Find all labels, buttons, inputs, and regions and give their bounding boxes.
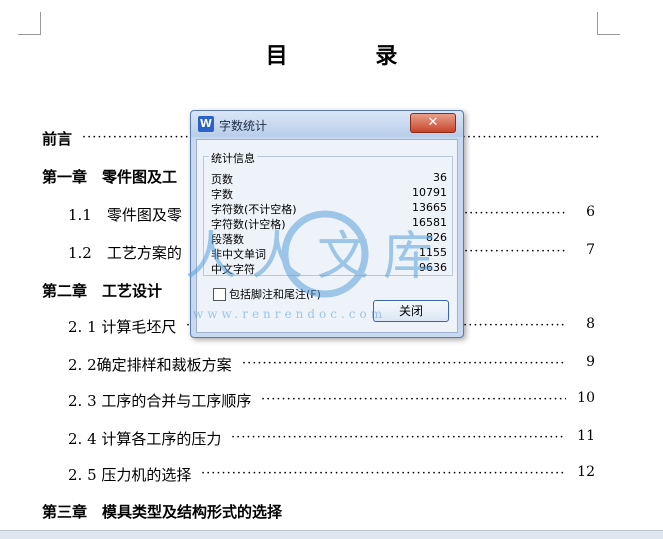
toc-entry[interactable]: 2. 2确定排样和裁板方案 ···························…: [0, 354, 663, 376]
statistic-value: 826: [426, 231, 447, 244]
statistic-row: 段落数 826: [211, 231, 447, 246]
close-icon[interactable]: ✕: [410, 113, 456, 133]
toc-entry-label: 1.2 工艺方案的: [68, 244, 182, 262]
toc-entry-page: 11: [577, 428, 595, 444]
dialog-body: 统计信息 页数 36 字数 10791 字符数(不计空格) 13665 字符数(计空格) 16…: [196, 139, 458, 333]
statistics-group-label: 统计信息: [209, 150, 257, 166]
page-title: 目 录: [265, 43, 438, 69]
toc-entry-page: 7: [586, 242, 595, 258]
toc-entry-label: 2. 5 压力机的选择: [68, 466, 192, 484]
toc-entry[interactable]: 2. 3 工序的合并与工序顺序 ·························…: [0, 390, 663, 412]
toc-entry-label: 1.1 零件图及零: [68, 206, 182, 224]
toc-leader-dots: ········································…: [242, 356, 566, 371]
crop-mark-top-right: [597, 12, 620, 35]
statistic-row: 字符数(不计空格) 13665: [211, 201, 447, 216]
statistic-value: 9636: [419, 261, 447, 274]
toc-entry[interactable]: 2. 5 压力机的选择 ·····························…: [0, 464, 663, 486]
statistic-row: 字数 10791: [211, 186, 447, 201]
crop-mark-top-left: [18, 12, 41, 35]
toc-entry-label: 2. 2确定排样和裁板方案: [68, 356, 232, 374]
toc-leader-dots: ········································…: [231, 430, 566, 445]
dialog-titlebar[interactable]: W 字数统计 ✕: [191, 111, 463, 137]
toc-entry-page: 6: [586, 204, 595, 220]
toc-entry-page: 8: [586, 316, 595, 332]
statistic-value: 13665: [412, 201, 447, 214]
statistic-row: 非中文单词 1155: [211, 246, 447, 261]
statistic-label: 页数: [211, 173, 233, 186]
toc-entry[interactable]: 2. 4 计算各工序的压力 ···························…: [0, 428, 663, 450]
statistic-label: 字符数(不计空格): [211, 203, 297, 216]
statistic-value: 16581: [412, 216, 447, 229]
statistic-row: 页数 36: [211, 171, 447, 186]
toc-entry-label: 2. 1 计算毛坯尺: [68, 318, 177, 336]
toc-entry-label: 第一章 零件图及工: [42, 168, 178, 186]
statistic-value: 10791: [412, 186, 447, 199]
toc-entry-label: 2. 3 工序的合并与工序顺序: [68, 392, 252, 410]
toc-entry-label: 第三章 模具类型及结构形式的选择: [42, 503, 283, 521]
include-footnotes-label[interactable]: 包括脚注和尾注(F): [229, 286, 321, 302]
statistic-label: 中文字符: [211, 263, 255, 276]
statistic-row: 字符数(计空格) 16581: [211, 216, 447, 231]
statistic-row: 中文字符 9636: [211, 261, 447, 276]
toc-entry-page: 10: [577, 390, 595, 406]
statistic-value: 1155: [419, 246, 447, 259]
word-count-dialog: W 字数统计 ✕ 统计信息 页数 36 字数 10791 字符数(不计空格) 13665 字…: [190, 110, 464, 338]
toc-entry-label: 第二章 工艺设计: [42, 282, 163, 300]
statistic-label: 字符数(计空格): [211, 218, 286, 231]
toc-entry-label: 前言: [42, 130, 73, 148]
toc-entry-page: 9: [586, 354, 595, 370]
close-button[interactable]: 关闭: [373, 300, 449, 322]
statistic-label: 非中文单词: [211, 248, 266, 261]
toc-entry-page: 12: [577, 464, 595, 480]
dialog-title: 字数统计: [219, 119, 268, 133]
wps-writer-icon: W: [198, 116, 214, 132]
toc-leader-dots: ········································…: [261, 392, 566, 407]
statistic-label: 字数: [211, 188, 233, 201]
toc-leader-dots: ········································…: [201, 466, 566, 481]
statistic-value: 36: [433, 171, 447, 184]
include-footnotes-checkbox[interactable]: [213, 288, 226, 301]
toc-entry[interactable]: 第三章 模具类型及结构形式的选择: [0, 501, 663, 523]
toc-entry-label: 2. 4 计算各工序的压力: [68, 430, 222, 448]
statistic-label: 段落数: [211, 233, 244, 246]
